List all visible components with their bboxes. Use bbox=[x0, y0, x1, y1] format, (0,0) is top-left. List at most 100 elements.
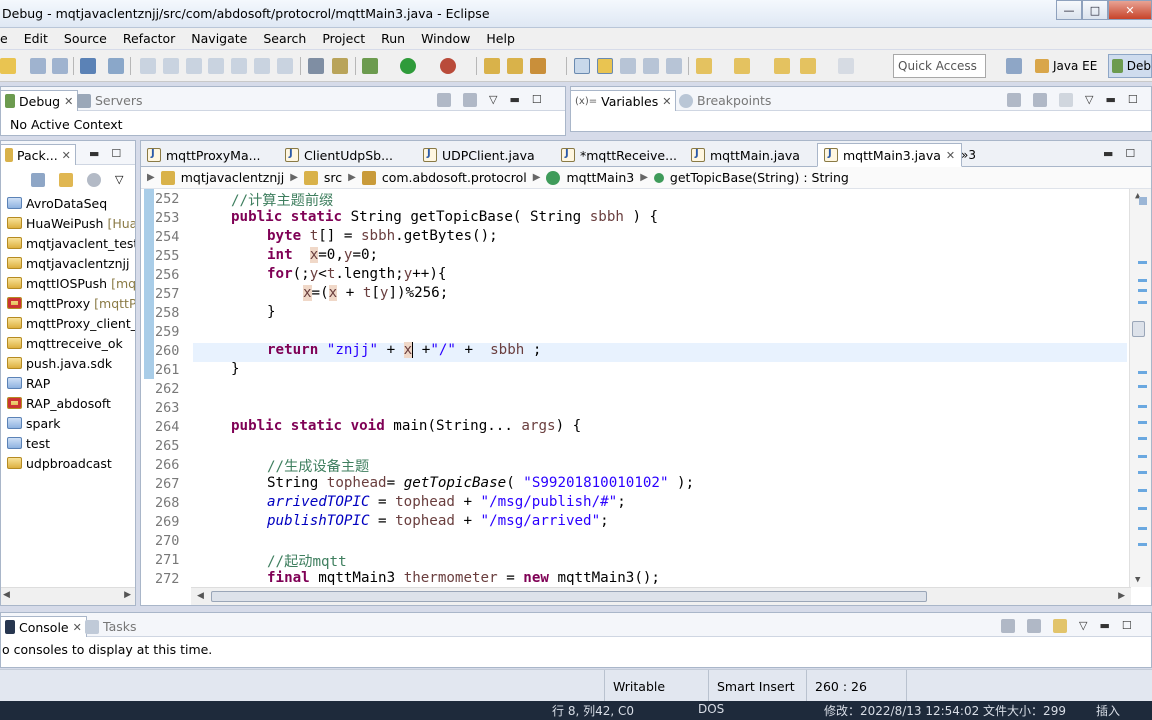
disconnect-icon[interactable] bbox=[208, 58, 224, 74]
overview-marker[interactable] bbox=[1138, 455, 1147, 458]
collapse-all-icon[interactable] bbox=[31, 173, 45, 187]
overview-marker[interactable] bbox=[1138, 289, 1147, 292]
menu-edit[interactable]: Edit bbox=[16, 31, 56, 46]
breadcrumb-package[interactable]: com.abdosoft.protocrol bbox=[382, 170, 527, 185]
new-icon[interactable] bbox=[0, 58, 16, 74]
minimize-button[interactable]: — bbox=[1056, 0, 1082, 20]
overview-marker[interactable] bbox=[1138, 261, 1147, 264]
maximize-icon[interactable]: ☐ bbox=[1128, 93, 1138, 107]
list-item[interactable]: mqttProxy[mqttPr bbox=[1, 293, 135, 313]
menu-project[interactable]: Project bbox=[314, 31, 373, 46]
tab-breakpoints[interactable]: Breakpoints bbox=[679, 90, 771, 111]
display-selected-console-icon[interactable] bbox=[1027, 619, 1041, 633]
more-tabs-button[interactable]: »3 bbox=[955, 143, 982, 167]
close-icon[interactable]: ✕ bbox=[62, 149, 71, 162]
close-icon[interactable]: ✕ bbox=[64, 95, 73, 108]
list-item[interactable]: mqtjavaclent_test bbox=[1, 233, 135, 253]
open-console-icon[interactable] bbox=[1053, 619, 1067, 633]
step-into-icon[interactable] bbox=[231, 58, 247, 74]
open-perspective-icon[interactable] bbox=[1006, 58, 1022, 74]
breadcrumb-class[interactable]: mqttMain3 bbox=[566, 170, 634, 185]
scroll-right-icon[interactable]: ▶ bbox=[124, 590, 131, 600]
minimize-icon[interactable]: ▬ bbox=[1105, 93, 1115, 107]
minimize-icon[interactable]: ▬ bbox=[1099, 619, 1109, 633]
overview-marker[interactable] bbox=[1138, 437, 1147, 440]
menu-help[interactable]: Help bbox=[478, 31, 523, 46]
horizontal-scrollbar[interactable]: ◀ ▶ bbox=[1, 587, 135, 605]
perspective-debug[interactable]: Deb bbox=[1108, 54, 1152, 78]
overview-marker[interactable] bbox=[1138, 421, 1147, 424]
use-step-filters-icon[interactable] bbox=[332, 58, 348, 74]
perspective-java-ee[interactable]: Java EE bbox=[1035, 54, 1097, 78]
list-item[interactable]: test bbox=[1, 433, 135, 453]
block-selection-icon[interactable] bbox=[620, 58, 636, 74]
show-type-names-icon[interactable] bbox=[1007, 93, 1021, 107]
tab-mqttmain3[interactable]: mqttMain3.java ✕ bbox=[817, 143, 963, 167]
list-item[interactable]: mqttProxy_client_t bbox=[1, 313, 135, 333]
list-item[interactable]: mqttreceive_ok bbox=[1, 333, 135, 353]
skip-breakpoints-icon[interactable] bbox=[108, 58, 124, 74]
menu-file[interactable]: e bbox=[0, 31, 16, 46]
overview-marker[interactable] bbox=[1138, 471, 1147, 474]
status-insert-mode[interactable]: Smart Insert bbox=[708, 670, 806, 702]
maximize-icon[interactable]: ☐ bbox=[532, 93, 542, 107]
menu-refactor[interactable]: Refactor bbox=[115, 31, 183, 46]
terminate-icon[interactable] bbox=[186, 58, 202, 74]
menu-run[interactable]: Run bbox=[373, 31, 413, 46]
next-annotation-icon[interactable] bbox=[696, 58, 712, 74]
menu-search[interactable]: Search bbox=[255, 31, 314, 46]
list-item[interactable]: udpbroadcast bbox=[1, 453, 135, 473]
toggle-mark-occurrences-icon[interactable] bbox=[574, 58, 590, 74]
code-area[interactable]: 252 253 254 255 256 257 258 259 260 261 … bbox=[141, 189, 1151, 587]
maximize-button[interactable]: □ bbox=[1082, 0, 1108, 20]
tab-tasks[interactable]: Tasks bbox=[85, 616, 137, 637]
list-item[interactable]: mqttIOSPush [mq bbox=[1, 273, 135, 293]
breadcrumb-project[interactable]: mqtjavaclentznjj bbox=[181, 170, 285, 185]
collapse-icon[interactable] bbox=[463, 93, 477, 107]
tab-mqttproxymain[interactable]: mqttProxyMa... bbox=[141, 143, 267, 167]
scroll-left-icon[interactable]: ◀ bbox=[3, 590, 10, 600]
minimize-icon[interactable]: ▬ bbox=[1103, 147, 1113, 160]
scroll-down-icon[interactable]: ▼ bbox=[1135, 575, 1140, 585]
collapse-all-icon[interactable] bbox=[1033, 93, 1047, 107]
new-java-project-icon[interactable] bbox=[484, 58, 500, 74]
previous-annotation-icon[interactable] bbox=[734, 58, 750, 74]
step-over-icon[interactable] bbox=[254, 58, 270, 74]
back-icon[interactable] bbox=[800, 58, 816, 74]
tab-mqttmain[interactable]: mqttMain.java bbox=[685, 143, 806, 167]
tab-clientudpsb[interactable]: ClientUdpSb... bbox=[279, 143, 399, 167]
overview-marker[interactable] bbox=[1138, 405, 1147, 408]
save-icon[interactable] bbox=[30, 58, 46, 74]
scrollbar-thumb[interactable] bbox=[1132, 321, 1145, 337]
toggle-highlight-icon[interactable] bbox=[597, 58, 613, 74]
view-menu-icon[interactable]: ▽ bbox=[1085, 93, 1093, 107]
breadcrumb-method[interactable]: getTopicBase(String) : String bbox=[670, 170, 849, 185]
last-edit-location-icon[interactable] bbox=[774, 58, 790, 74]
drop-to-frame-icon[interactable] bbox=[308, 58, 324, 74]
tab-variables[interactable]: (x)= Variables ✕ bbox=[570, 90, 677, 111]
debug-icon[interactable] bbox=[362, 58, 378, 74]
toggle-editor-icon[interactable] bbox=[666, 58, 682, 74]
minimize-icon[interactable]: ▬ bbox=[89, 147, 99, 160]
view-menu-icon[interactable]: ▽ bbox=[489, 93, 497, 107]
list-item[interactable]: RAP_abdosoft bbox=[1, 393, 135, 413]
tab-console[interactable]: Console ✕ bbox=[0, 616, 87, 637]
pin-console-icon[interactable] bbox=[1001, 619, 1015, 633]
horizontal-scrollbar[interactable]: ◀ ▶ bbox=[191, 587, 1131, 605]
tab-mqttreceive[interactable]: *mqttReceive... bbox=[555, 143, 683, 167]
external-tools-icon[interactable] bbox=[440, 58, 456, 74]
scroll-left-icon[interactable]: ◀ bbox=[197, 591, 204, 601]
new-class-icon[interactable] bbox=[530, 58, 546, 74]
close-icon[interactable]: ✕ bbox=[662, 95, 671, 108]
show-whitespace-icon[interactable] bbox=[643, 58, 659, 74]
breadcrumb-src[interactable]: src bbox=[324, 170, 342, 185]
resume-icon[interactable] bbox=[140, 58, 156, 74]
overview-marker[interactable] bbox=[1138, 507, 1147, 510]
overview-marker[interactable] bbox=[1138, 527, 1147, 530]
run-icon[interactable] bbox=[400, 58, 416, 74]
suspend-icon[interactable] bbox=[163, 58, 179, 74]
list-item[interactable]: push.java.sdk bbox=[1, 353, 135, 373]
remove-terminated-icon[interactable] bbox=[437, 93, 451, 107]
list-item[interactable]: AvroDataSeq bbox=[1, 193, 135, 213]
view-menu-icon[interactable]: ▽ bbox=[115, 173, 123, 187]
